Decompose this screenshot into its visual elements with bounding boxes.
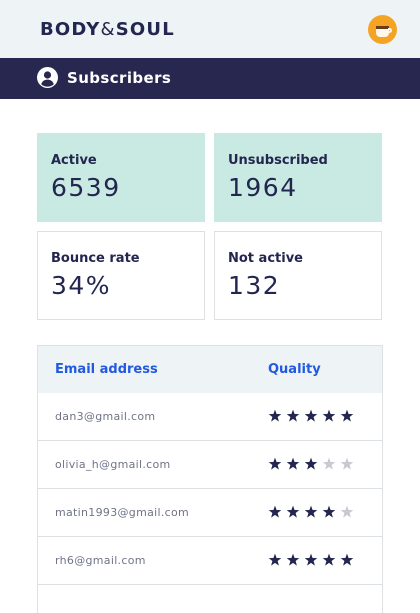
cup-handle: [388, 28, 392, 33]
stat-value: 6539: [51, 173, 121, 202]
star-filled-icon: [268, 409, 282, 422]
page-title: Subscribers: [67, 69, 172, 87]
table-header: Email address Quality: [38, 346, 382, 393]
star-filled-icon: [286, 457, 300, 470]
star-filled-icon: [340, 409, 354, 422]
star-filled-icon: [286, 409, 300, 422]
star-filled-icon: [304, 409, 318, 422]
section-nav-bar: Subscribers: [0, 58, 420, 99]
table-row[interactable]: dan3@gmail.com: [38, 393, 382, 441]
stat-label: Bounce rate: [51, 251, 140, 266]
stat-value: 1964: [228, 173, 298, 202]
brand-logo-left: BODY: [40, 19, 101, 40]
top-bar: BODY&SOUL: [0, 0, 420, 58]
stat-label: Not active: [228, 251, 303, 266]
star-empty-icon: [340, 505, 354, 518]
star-filled-icon: [322, 505, 336, 518]
star-empty-icon: [340, 457, 354, 470]
column-header-email[interactable]: Email address: [55, 362, 158, 377]
email-cell: olivia_h@gmail.com: [55, 458, 171, 471]
star-filled-icon: [322, 409, 336, 422]
table-row[interactable]: olivia_h@gmail.com: [38, 441, 382, 489]
star-filled-icon: [268, 505, 282, 518]
star-filled-icon: [268, 553, 282, 566]
stat-card-bounce-rate: Bounce rate 34%: [37, 231, 205, 320]
star-filled-icon: [304, 505, 318, 518]
user-circle-icon: [37, 67, 58, 88]
star-filled-icon: [268, 457, 282, 470]
star-filled-icon: [304, 457, 318, 470]
email-cell: dan3@gmail.com: [55, 410, 156, 423]
star-filled-icon: [286, 553, 300, 566]
star-filled-icon: [340, 553, 354, 566]
email-cell: rh6@gmail.com: [55, 554, 146, 567]
avatar[interactable]: [368, 15, 397, 44]
email-cell: matin1993@gmail.com: [55, 506, 190, 519]
star-filled-icon: [322, 553, 336, 566]
stat-value: 132: [228, 271, 281, 300]
stat-card-active: Active 6539: [37, 133, 205, 222]
star-filled-icon: [304, 553, 318, 566]
stat-label: Unsubscribed: [228, 153, 328, 168]
stat-label: Active: [51, 153, 97, 168]
column-header-quality[interactable]: Quality: [268, 362, 321, 377]
table-row[interactable]: rh6@gmail.com: [38, 537, 382, 585]
star-empty-icon: [322, 457, 336, 470]
brand-logo[interactable]: BODY&SOUL: [40, 19, 175, 40]
stat-card-not-active: Not active 132: [214, 231, 382, 320]
table-row[interactable]: matin1993@gmail.com: [38, 489, 382, 537]
brand-logo-right: SOUL: [115, 19, 175, 40]
stat-card-unsubscribed: Unsubscribed 1964: [214, 133, 382, 222]
stat-value: 34%: [51, 271, 112, 300]
subscribers-table: Email address Quality dan3@gmail.com oliv…: [37, 345, 383, 613]
brand-logo-amp: &: [100, 19, 116, 40]
star-filled-icon: [286, 505, 300, 518]
